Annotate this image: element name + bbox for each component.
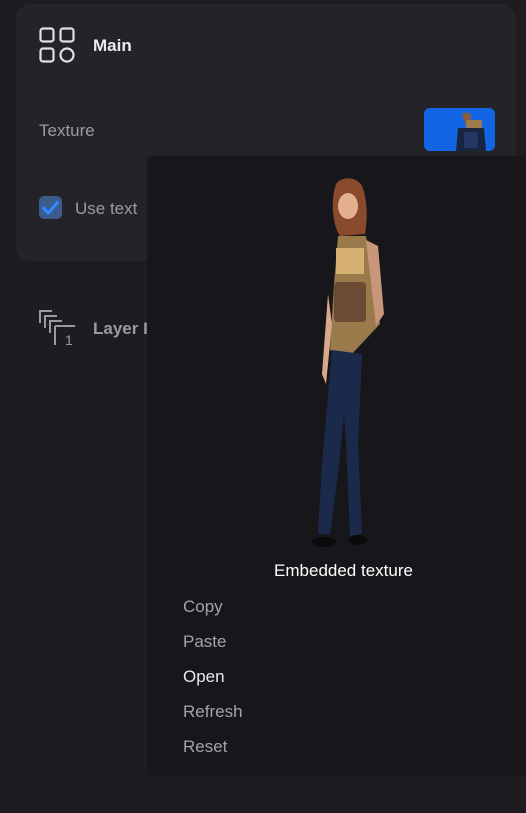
texture-label: Texture	[39, 121, 95, 140]
texture-thumbnail-button[interactable]	[424, 108, 495, 151]
menu-item-copy[interactable]: Copy	[183, 597, 223, 617]
checkmark-icon	[42, 201, 59, 215]
section-title-main[interactable]: Main	[93, 36, 132, 56]
use-texture-checkbox[interactable]	[39, 196, 62, 219]
section-title-layer[interactable]: Layer I	[93, 319, 148, 339]
popup-title: Embedded texture	[274, 561, 413, 580]
menu-item-open[interactable]: Open	[183, 667, 225, 687]
menu-item-reset[interactable]: Reset	[183, 737, 227, 757]
texture-preview-image	[312, 178, 384, 547]
layers-icon: 1	[39, 310, 75, 347]
layer-badge: 1	[65, 332, 73, 347]
texture-thumbnail-image	[456, 112, 486, 151]
use-texture-label: Use text	[75, 199, 138, 218]
menu-item-paste[interactable]: Paste	[183, 632, 226, 652]
texture-context-popup: Embedded texture Copy Paste Open Refresh…	[147, 156, 526, 776]
menu-item-refresh[interactable]: Refresh	[183, 702, 243, 722]
grid-icon	[39, 27, 75, 63]
